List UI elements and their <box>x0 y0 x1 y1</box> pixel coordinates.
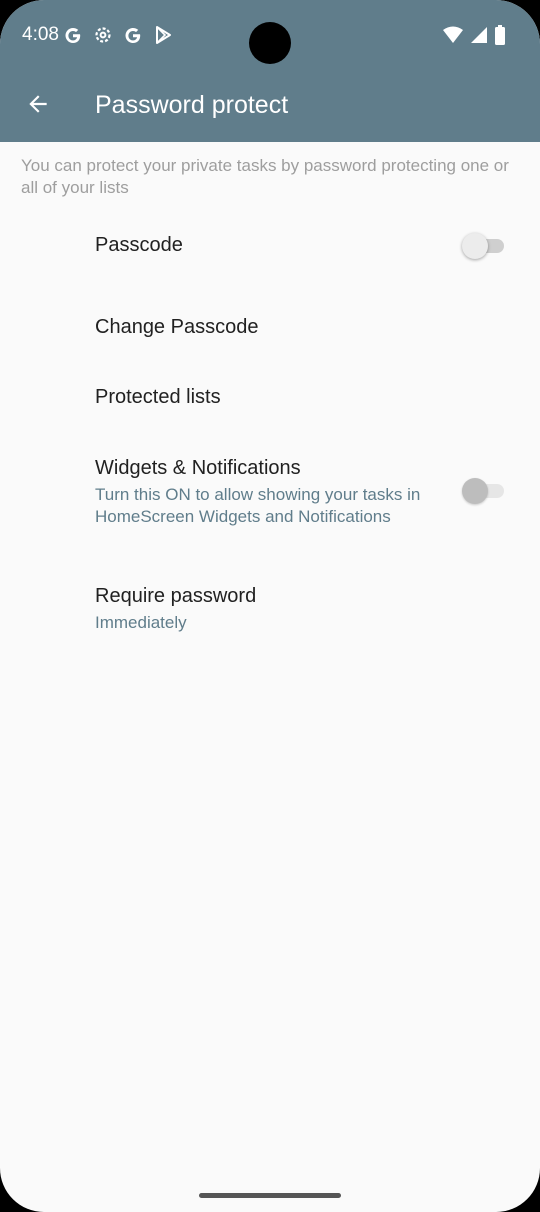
description-text: You can protect your private tasks by pa… <box>21 156 509 197</box>
status-bar: 4:08 <box>0 0 540 72</box>
widgets-notifications-switch[interactable] <box>462 477 506 505</box>
google-g-icon <box>122 22 144 46</box>
app-bar: Password protect <box>0 72 540 142</box>
protected-lists-title: Protected lists <box>95 386 221 408</box>
switch-thumb <box>462 478 488 504</box>
passcode-preference[interactable]: Passcode <box>0 216 540 276</box>
widgets-notifications-summary: Turn this ON to allow showing your tasks… <box>95 485 421 526</box>
protected-lists-preference[interactable]: Protected lists <box>0 368 540 428</box>
camera-cutout <box>249 22 291 64</box>
battery-icon <box>494 24 506 51</box>
cell-signal-icon <box>470 25 488 50</box>
change-passcode-title: Change Passcode <box>95 316 259 338</box>
require-password-preference[interactable]: Require password Immediately <box>0 574 540 644</box>
passcode-title: Passcode <box>95 234 183 256</box>
wifi-icon <box>442 25 464 50</box>
notification-icons <box>62 22 174 46</box>
require-password-summary: Immediately <box>95 613 187 632</box>
settings-gear-icon <box>92 22 114 46</box>
status-time: 4:08 <box>22 24 59 45</box>
require-password-title: Require password <box>95 585 257 607</box>
back-button[interactable] <box>16 84 60 128</box>
system-icons <box>442 24 506 51</box>
passcode-switch[interactable] <box>462 232 506 260</box>
widgets-notifications-title: Widgets & Notifications <box>95 457 301 479</box>
change-passcode-preference[interactable]: Change Passcode <box>0 298 540 358</box>
widgets-notifications-preference[interactable]: Widgets & Notifications Turn this ON to … <box>0 446 540 546</box>
page-title: Password protect <box>95 91 289 119</box>
play-store-icon <box>152 22 174 46</box>
arrow-back-icon <box>25 91 51 122</box>
home-indicator[interactable] <box>199 1193 341 1198</box>
google-g-icon <box>62 22 84 46</box>
switch-thumb <box>462 233 488 259</box>
phone-screen: 4:08 Password protect You can protect yo… <box>0 0 540 1212</box>
